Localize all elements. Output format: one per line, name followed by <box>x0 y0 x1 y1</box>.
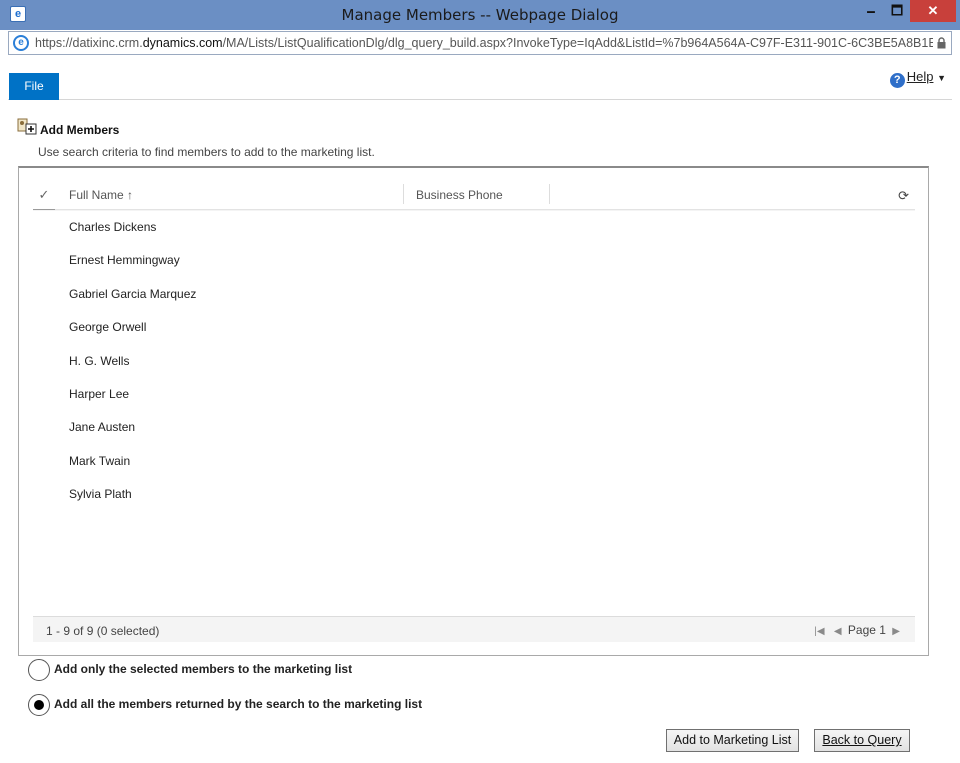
column-divider[interactable] <box>403 184 404 204</box>
maximize-button[interactable]: 🗖 <box>884 0 910 22</box>
first-page-icon[interactable]: |◀ <box>814 626 824 637</box>
radio-selected-only[interactable] <box>28 659 50 681</box>
url-prefix: https://datixinc.crm. <box>35 36 143 50</box>
help-icon: ? <box>889 73 905 88</box>
grid-header: ✓ Full Name ↑ Business Phone ⟳ <box>33 180 915 210</box>
option-label-all-members[interactable]: Add all the members returned by the sear… <box>54 697 422 711</box>
window-title: Manage Members -- Webpage Dialog <box>341 6 619 24</box>
table-row[interactable]: Sylvia Plath <box>33 478 915 511</box>
help-label: Help <box>906 69 934 84</box>
grid-footer: 1 - 9 of 9 (0 selected) |◀ ◀ Page 1 ▶ <box>33 616 915 642</box>
window-titlebar: e Manage Members -- Webpage Dialog 🗕 🗖 ✕ <box>0 0 960 30</box>
cell-full-name[interactable]: Sylvia Plath <box>69 487 132 501</box>
table-row[interactable]: Gabriel Garcia Marquez <box>33 278 915 311</box>
address-bar[interactable]: e https://datixinc.crm.dynamics.com/MA/L… <box>8 31 952 55</box>
url-text[interactable]: https://datixinc.crm.dynamics.com/MA/Lis… <box>35 36 933 50</box>
column-header-full-name[interactable]: Full Name ↑ <box>69 188 133 202</box>
table-row[interactable]: Jane Austen <box>33 411 915 444</box>
record-count: 1 - 9 of 9 (0 selected) <box>46 624 160 638</box>
ie-icon: e <box>13 35 29 51</box>
help-menu[interactable]: ? Help ▼ <box>889 69 946 88</box>
column-header-business-phone[interactable]: Business Phone <box>416 188 503 202</box>
table-row[interactable]: Ernest Hemmingway <box>33 244 915 277</box>
minimize-button[interactable]: 🗕 <box>858 0 884 22</box>
chevron-down-icon: ▼ <box>937 73 946 83</box>
section-title: Add Members <box>40 123 120 137</box>
cell-full-name[interactable]: Harper Lee <box>69 387 129 401</box>
cell-full-name[interactable]: Gabriel Garcia Marquez <box>69 287 196 301</box>
page-label: Page 1 <box>847 623 886 637</box>
previous-page-icon[interactable]: ◀ <box>834 626 842 637</box>
add-to-marketing-list-button[interactable]: Add to Marketing List <box>666 729 799 752</box>
cell-full-name[interactable]: Ernest Hemmingway <box>69 253 180 267</box>
lock-icon[interactable] <box>937 37 946 49</box>
select-all-checkbox[interactable]: ✓ <box>33 180 55 210</box>
pager: |◀ ◀ Page 1 ▶ <box>811 623 903 637</box>
option-label-selected-only[interactable]: Add only the selected members to the mar… <box>54 662 352 676</box>
cell-full-name[interactable]: Jane Austen <box>69 420 135 434</box>
column-divider[interactable] <box>549 184 550 204</box>
table-row[interactable]: Charles Dickens <box>33 211 915 244</box>
url-domain: dynamics.com <box>142 36 223 50</box>
cell-full-name[interactable]: Charles Dickens <box>69 220 156 234</box>
table-row[interactable]: George Orwell <box>33 311 915 344</box>
members-grid-frame: ✓ Full Name ↑ Business Phone ⟳ Charles D… <box>18 166 929 656</box>
members-grid: ✓ Full Name ↑ Business Phone ⟳ Charles D… <box>33 180 915 642</box>
ribbon-bar: File ? Help ▼ <box>8 56 952 100</box>
section-description: Use search criteria to find members to a… <box>38 145 375 159</box>
cell-full-name[interactable]: H. G. Wells <box>69 354 129 368</box>
column-label-full-name: Full Name <box>69 188 124 202</box>
back-to-query-label: Back to Query <box>822 733 902 747</box>
sort-ascending-icon: ↑ <box>127 188 134 202</box>
grid-body: Charles Dickens Ernest Hemmingway Gabrie… <box>33 211 915 616</box>
add-members-icon <box>17 118 37 135</box>
next-page-icon[interactable]: ▶ <box>892 626 900 637</box>
close-button[interactable]: ✕ <box>910 0 956 22</box>
table-row[interactable]: Harper Lee <box>33 378 915 411</box>
url-path: /MA/Lists/ListQualificationDlg/dlg_query… <box>222 36 933 50</box>
table-row[interactable]: H. G. Wells <box>33 345 915 378</box>
radio-all-members[interactable] <box>28 694 50 716</box>
back-to-query-button[interactable]: Back to Query <box>814 729 910 752</box>
table-row[interactable]: Mark Twain <box>33 445 915 478</box>
refresh-icon[interactable]: ⟳ <box>898 189 909 202</box>
file-tab[interactable]: File <box>9 73 59 100</box>
cell-full-name[interactable]: Mark Twain <box>69 454 130 468</box>
cell-full-name[interactable]: George Orwell <box>69 320 146 334</box>
